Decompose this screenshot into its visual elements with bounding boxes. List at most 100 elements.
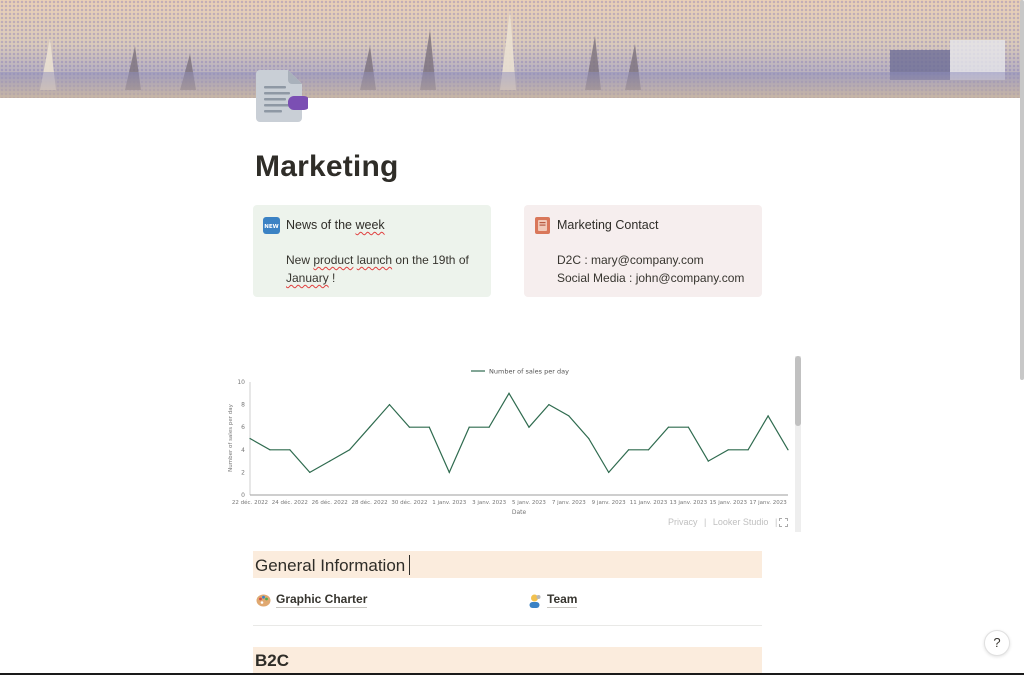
data-point — [647, 449, 650, 451]
data-point — [747, 449, 749, 451]
x-tick-label: 26 déc. 2022 — [312, 499, 348, 506]
data-point — [608, 471, 610, 473]
x-tick-label: 17 janv. 2023 — [749, 500, 787, 506]
y-tick-label: 10 — [237, 379, 245, 386]
news-callout[interactable]: NEW News of the week New product launch … — [253, 205, 491, 297]
team-icon — [529, 594, 541, 608]
data-point — [528, 426, 530, 428]
y-tick-label: 4 — [241, 447, 245, 454]
news-body-january: January — [286, 271, 329, 285]
news-callout-title: News of the week — [286, 218, 385, 232]
data-point — [627, 449, 630, 451]
cover-water — [0, 72, 1022, 98]
x-tick-label: 22 déc. 2022 — [232, 499, 268, 506]
divider — [253, 625, 762, 626]
footer-separator: | — [704, 517, 707, 527]
x-tick-label: 1 janv. 2023 — [432, 500, 466, 506]
data-point — [448, 471, 450, 473]
new-badge-icon: NEW — [263, 217, 280, 234]
data-point — [508, 392, 510, 394]
looker-studio-embed[interactable]: 0 2 4 6 8 10 22 déc. 2022 24 déc. 2022 26 déc. 2… — [226, 358, 800, 532]
data-point — [468, 426, 470, 428]
svg-text:NEW: NEW — [264, 224, 278, 230]
data-point — [548, 404, 550, 406]
data-point — [289, 449, 291, 451]
data-point — [488, 426, 490, 428]
data-point — [428, 426, 430, 428]
news-body-text: on the 19th of — [392, 253, 469, 267]
y-tick-label: 0 — [241, 492, 245, 499]
y-tick-label: 8 — [241, 402, 245, 409]
x-tick-label: 15 janv. 2023 — [709, 500, 747, 506]
palette-icon — [256, 594, 271, 606]
x-tick-label: 9 janv. 2023 — [592, 500, 626, 506]
graphic-charter-link[interactable]: Graphic Charter — [256, 592, 368, 608]
x-tick-label: 7 janv. 2023 — [552, 500, 586, 506]
data-point — [687, 426, 689, 428]
x-tick-label: 11 janv. 2023 — [630, 500, 668, 506]
b2c-heading[interactable]: B2C — [253, 647, 762, 674]
looker-studio-link[interactable]: Looker Studio — [713, 517, 769, 527]
data-point — [388, 404, 391, 406]
x-tick-label: 30 déc. 2022 — [391, 499, 427, 506]
sales-series-line — [249, 392, 789, 474]
page-cover-image[interactable] — [0, 0, 1022, 98]
sales-line-chart: 0 2 4 6 8 10 22 déc. 2022 24 déc. 2022 26 déc. 2… — [228, 368, 789, 516]
data-point — [588, 437, 590, 440]
y-axis-title: Number of sales per day — [228, 403, 234, 471]
marketing-contact-callout[interactable]: Marketing Contact D2C : mary@company.com… — [524, 205, 762, 297]
news-body-product: product — [313, 253, 354, 267]
news-callout-body[interactable]: New product launch on the 19th of Januar… — [286, 251, 482, 287]
heading-label: General Information — [255, 556, 406, 575]
news-title-text: News of the — [286, 218, 356, 232]
data-point — [727, 449, 729, 451]
news-body-text: New — [286, 253, 314, 267]
data-point — [787, 449, 789, 451]
general-information-heading[interactable]: General Information — [253, 551, 762, 578]
graphic-charter-label: Graphic Charter — [276, 592, 368, 608]
data-point — [667, 426, 670, 428]
data-point — [408, 426, 411, 428]
page-title[interactable]: Marketing — [255, 150, 399, 184]
b2c-heading-text: B2C — [255, 651, 290, 670]
notebook-icon — [535, 217, 550, 234]
x-tick-label: 3 janv. 2023 — [472, 500, 506, 506]
data-point — [568, 415, 570, 417]
data-point — [309, 471, 311, 473]
privacy-link[interactable]: Privacy — [668, 517, 698, 527]
document-icon — [256, 70, 310, 122]
x-tick-label: 5 janv. 2023 — [512, 500, 546, 506]
page-scrollbar[interactable] — [1020, 0, 1024, 380]
contact-callout-title: Marketing Contact — [557, 218, 659, 232]
fullscreen-icon[interactable] — [779, 518, 788, 527]
news-body-launch: launch — [356, 253, 393, 267]
contact-d2c: D2C : mary@company.com — [557, 253, 704, 267]
y-tick-label: 2 — [241, 469, 245, 476]
data-point — [349, 449, 351, 451]
team-link[interactable]: Team — [527, 592, 578, 608]
general-information-heading-text: General Information — [255, 555, 411, 576]
data-point — [707, 460, 709, 462]
x-tick-label: 24 déc. 2022 — [272, 499, 308, 506]
data-point — [249, 437, 251, 440]
x-tick-label: 13 janv. 2023 — [670, 500, 708, 506]
data-point — [269, 449, 271, 451]
x-axis-title: Date — [512, 509, 527, 516]
embed-scrollbar[interactable] — [795, 356, 801, 532]
text-cursor — [409, 555, 411, 575]
page-icon[interactable] — [256, 66, 310, 124]
embed-scrollbar-thumb[interactable] — [795, 356, 801, 426]
contact-social-media: Social Media : john@company.com — [557, 271, 745, 285]
data-point — [368, 426, 371, 428]
y-tick-label: 6 — [241, 424, 245, 431]
x-tick-label: 28 déc. 2022 — [351, 499, 387, 506]
help-button[interactable]: ? — [984, 630, 1010, 656]
data-point — [329, 460, 331, 462]
data-point — [767, 415, 769, 417]
team-label: Team — [547, 592, 578, 608]
legend-label: Number of sales per day — [489, 368, 569, 376]
embed-footer: Privacy | Looker Studio | — [668, 517, 781, 527]
contact-callout-body[interactable]: D2C : mary@company.com Social Media : jo… — [557, 251, 753, 287]
news-body-text: ! — [328, 271, 336, 285]
news-title-week: week — [355, 218, 385, 232]
